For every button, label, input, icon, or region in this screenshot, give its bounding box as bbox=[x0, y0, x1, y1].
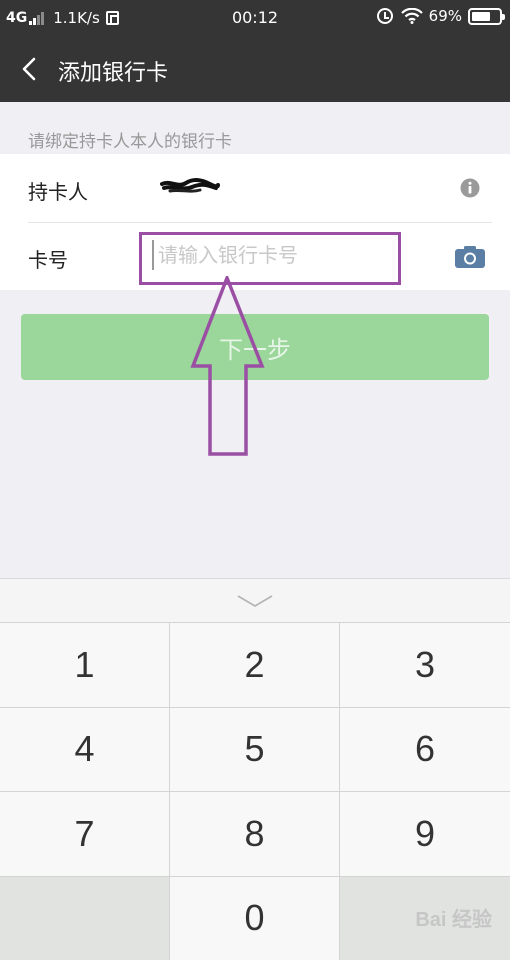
battery-fill bbox=[472, 11, 490, 21]
key-7[interactable]: 7 bbox=[0, 792, 170, 877]
key-blank-left bbox=[0, 876, 170, 960]
camera-icon[interactable] bbox=[454, 245, 486, 269]
info-icon[interactable] bbox=[460, 178, 480, 198]
key-3[interactable]: 3 bbox=[340, 623, 510, 708]
redacted-name bbox=[160, 178, 220, 193]
key-0[interactable]: 0 bbox=[170, 876, 340, 960]
battery-icon bbox=[468, 7, 505, 25]
key-9[interactable]: 9 bbox=[340, 792, 510, 877]
key-5[interactable]: 5 bbox=[170, 707, 340, 792]
chevron-down-icon bbox=[237, 595, 273, 608]
signal-icon bbox=[29, 11, 45, 25]
nav-bar: 添加银行卡 bbox=[0, 36, 510, 102]
key-8[interactable]: 8 bbox=[170, 792, 340, 877]
network-speed: 1.1K/s bbox=[53, 9, 100, 27]
keypad: 1 2 3 4 5 6 7 8 9 0 bbox=[0, 623, 510, 960]
key-1[interactable]: 1 bbox=[0, 623, 170, 708]
next-step-button[interactable]: 下一步 bbox=[21, 314, 489, 380]
key-6[interactable]: 6 bbox=[340, 707, 510, 792]
key-4[interactable]: 4 bbox=[0, 707, 170, 792]
alarm-icon bbox=[376, 8, 393, 24]
status-left: 4G 1.1K/s bbox=[6, 9, 119, 27]
holder-row: 持卡人 bbox=[0, 154, 510, 222]
card-number-row: 卡号 bbox=[0, 222, 510, 290]
wifi-icon bbox=[400, 8, 423, 24]
holder-label: 持卡人 bbox=[28, 180, 88, 204]
card-number-label: 卡号 bbox=[28, 248, 68, 272]
bind-hint: 请绑定持卡人本人的银行卡 bbox=[28, 132, 232, 152]
network-type: 4G bbox=[6, 10, 28, 26]
key-2[interactable]: 2 bbox=[170, 623, 340, 708]
battery-percent: 69% bbox=[428, 7, 462, 25]
card-number-input[interactable] bbox=[152, 240, 392, 270]
key-delete[interactable] bbox=[340, 876, 510, 960]
status-right: 69% bbox=[376, 7, 505, 25]
chevron-left-icon[interactable] bbox=[16, 54, 46, 84]
card-form: 持卡人 卡号 bbox=[0, 154, 510, 290]
numeric-keyboard: 1 2 3 4 5 6 7 8 9 0 Bai 经验 bbox=[0, 578, 510, 960]
sim-icon bbox=[105, 11, 119, 25]
status-bar: 4G 1.1K/s 00:12 69% bbox=[0, 0, 510, 36]
keyboard-collapse[interactable] bbox=[0, 579, 510, 623]
page-title: 添加银行卡 bbox=[58, 61, 169, 86]
